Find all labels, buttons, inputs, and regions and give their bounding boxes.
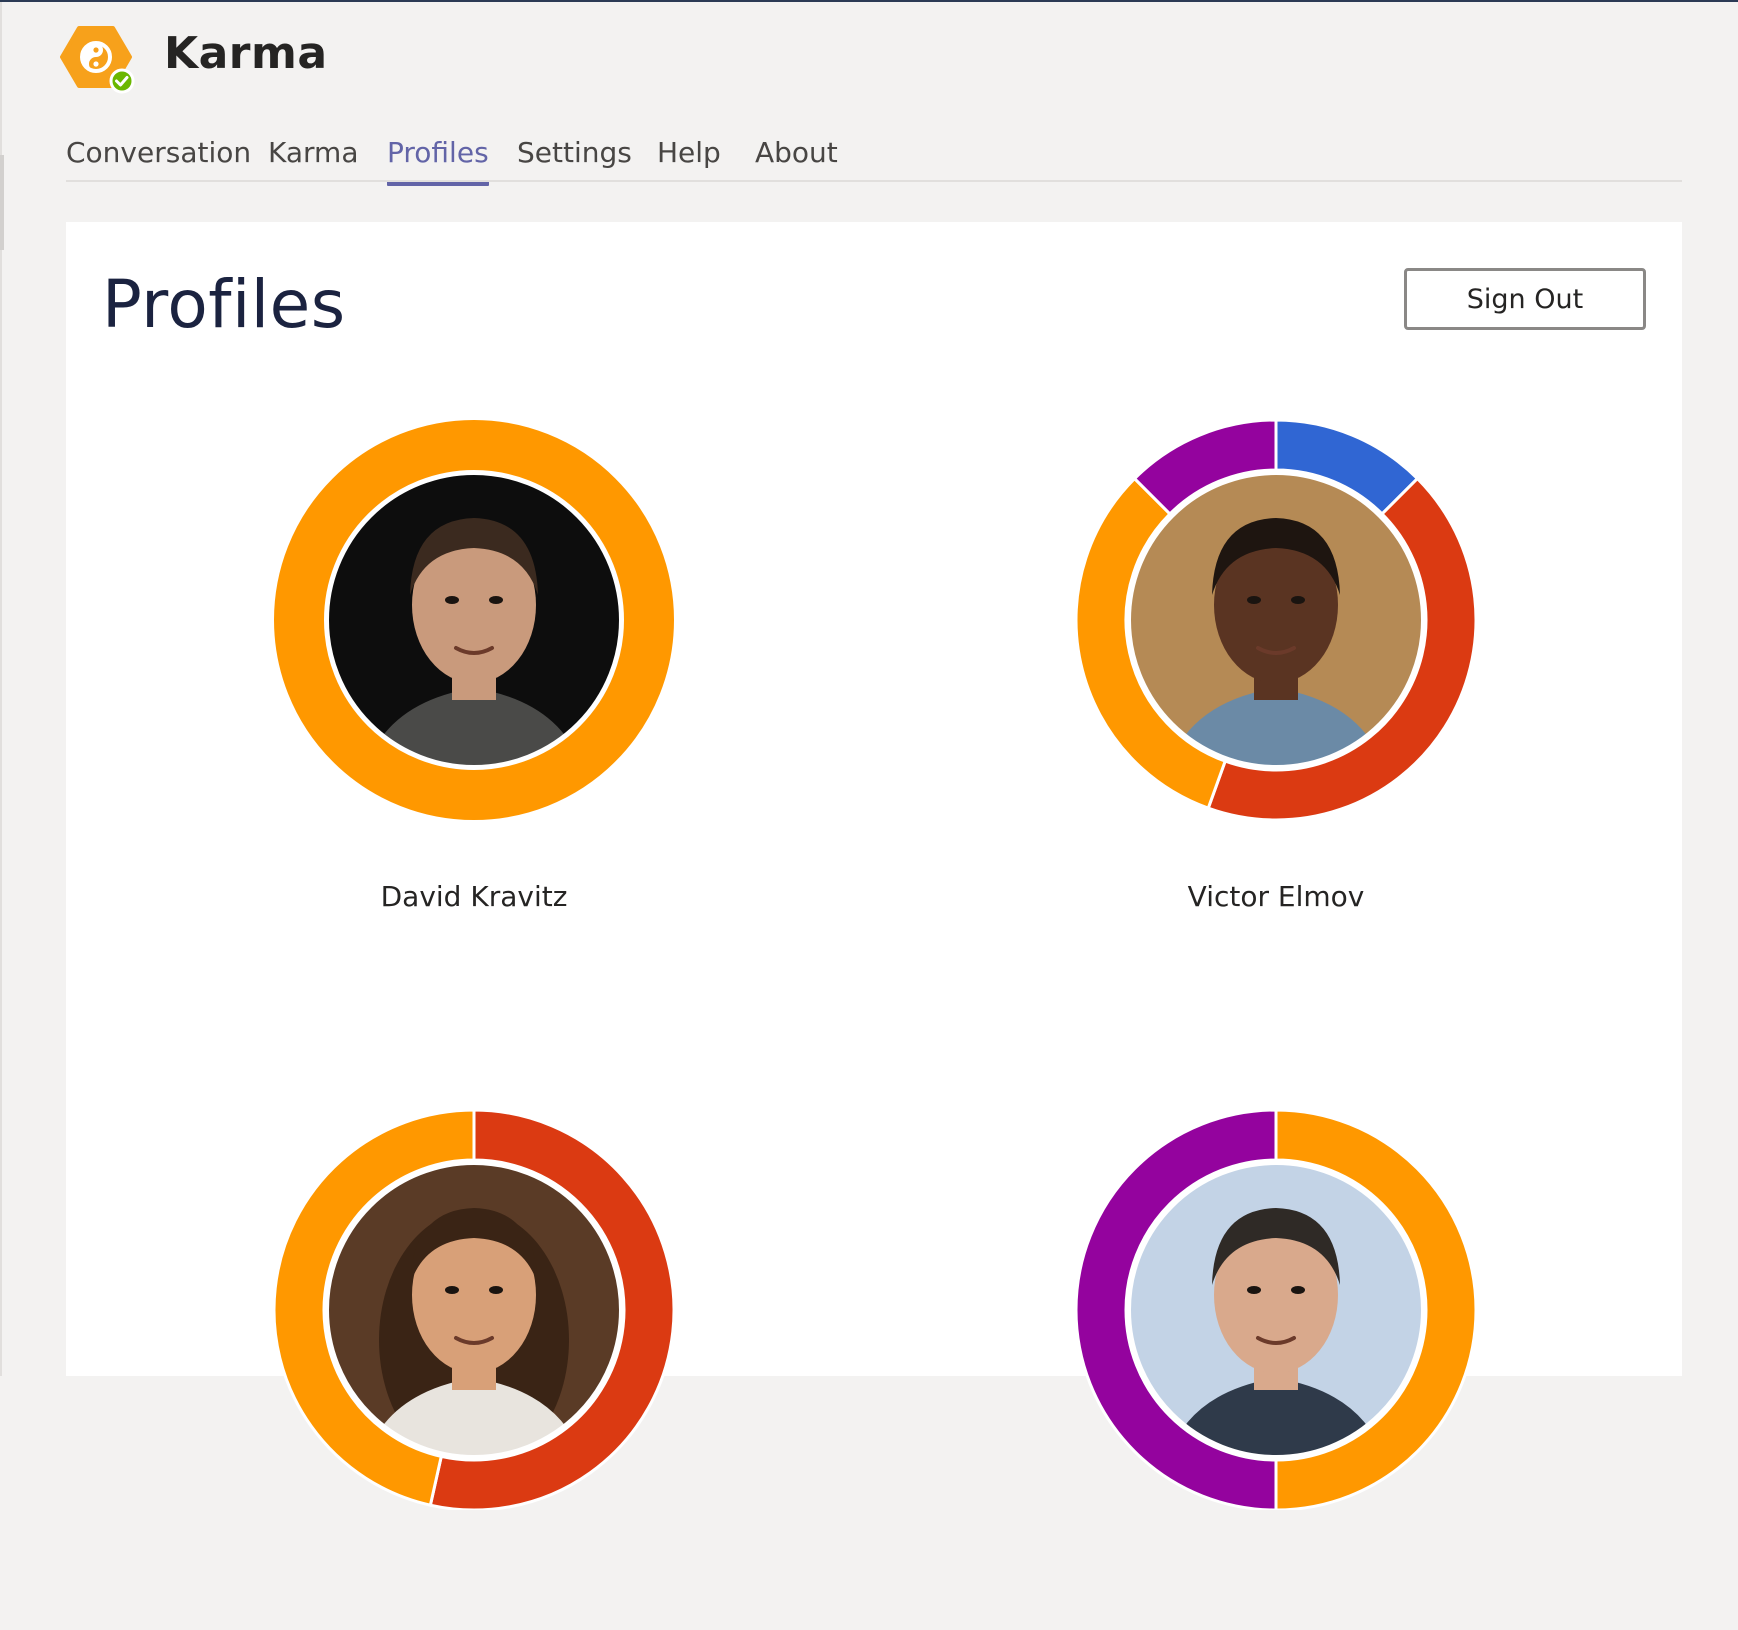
profile-ring[interactable] [1076, 420, 1476, 820]
profile-card[interactable] [264, 1110, 684, 1630]
tab-karma[interactable]: Karma [268, 136, 358, 169]
app-title: Karma [164, 28, 328, 79]
profile-name: Victor Elmov [1187, 880, 1365, 913]
donut-chart [274, 1110, 674, 1510]
tab-bar: Conversation Karma Profiles Settings Hel… [66, 128, 1682, 186]
donut-chart [1076, 1110, 1476, 1510]
tab-bar-divider [66, 180, 1682, 182]
tab-profiles-label: Profiles [387, 136, 489, 169]
tab-profiles[interactable]: Profiles [387, 136, 489, 186]
profiles-panel: Profiles Sign Out David Kravitz Victor E… [66, 222, 1682, 1510]
yin-yang-hexagon-icon [60, 26, 135, 94]
app-bar-edge [0, 155, 4, 250]
page-title: Profiles [102, 266, 346, 343]
donut-chart [1076, 420, 1476, 820]
profile-card[interactable]: Victor Elmov [1066, 420, 1486, 940]
profile-ring[interactable] [274, 1110, 674, 1510]
profile-card[interactable] [1066, 1110, 1486, 1630]
profile-name: David Kravitz [380, 880, 568, 913]
donut-chart [274, 420, 674, 820]
profile-card[interactable]: David Kravitz [264, 420, 684, 940]
tab-conversation[interactable]: Conversation [66, 136, 251, 169]
window-top-border [0, 0, 1738, 2]
profile-ring[interactable] [274, 420, 674, 820]
tab-help[interactable]: Help [657, 136, 721, 169]
tab-about[interactable]: About [755, 136, 838, 169]
sign-out-button[interactable]: Sign Out [1404, 268, 1646, 330]
tab-settings[interactable]: Settings [517, 136, 632, 169]
profile-ring[interactable] [1076, 1110, 1476, 1510]
